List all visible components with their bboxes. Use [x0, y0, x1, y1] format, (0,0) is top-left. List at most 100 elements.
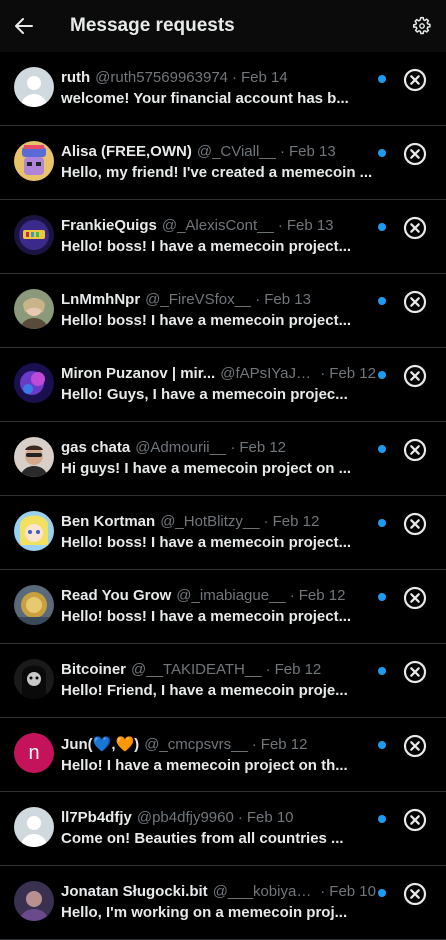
sender-name: Alisa (FREE,OWN) [61, 143, 192, 160]
message-request-row[interactable]: ruth @ruth57569963974 · Feb 14 welcome! Your… [0, 52, 446, 126]
separator-dot: · [255, 291, 261, 308]
request-text: Jun(💙,🧡) @_cmcpsvrs__ · Feb 12 Hello! I have… [61, 735, 376, 774]
message-request-list: ruth @ruth57569963974 · Feb 14 welcome! Your… [0, 52, 446, 940]
avatar[interactable] [14, 881, 54, 921]
request-text: Bitcoiner @__TAKIDEATH__ · Feb 12 Hello! Fri… [61, 661, 376, 699]
request-header-line: Jonatan Sługocki.bit @___kobiyagi_ · Feb 10 [61, 883, 376, 900]
avatar[interactable] [14, 437, 54, 477]
request-header-line: FrankieQuigs @_AlexisCont__ · Feb 13 [61, 217, 376, 234]
message-date: Feb 13 [264, 291, 311, 308]
message-preview: Hello, my friend! I've created a memecoi… [61, 164, 373, 181]
message-preview: Hello! boss! I have a memecoin project..… [61, 534, 352, 551]
message-preview: welcome! Your financial account has b... [61, 90, 349, 107]
dismiss-request-icon[interactable] [403, 290, 427, 314]
dismiss-request-icon[interactable] [403, 68, 427, 92]
separator-dot: · [232, 69, 238, 86]
separator-dot: · [265, 661, 271, 678]
sender-name: Bitcoiner [61, 661, 127, 678]
unread-dot [378, 75, 386, 83]
request-text: ll7Pb4dfjy @pb4dfjy9960 · Feb 10 Come on! Be… [61, 809, 376, 847]
request-header-line: ll7Pb4dfjy @pb4dfjy9960 · Feb 10 [61, 809, 376, 826]
message-request-row[interactable]: Bitcoiner @__TAKIDEATH__ · Feb 12 Hello! Fri… [0, 644, 446, 718]
message-request-row[interactable]: n Jun(💙,🧡) @_cmcpsvrs__ · Feb 12 Hello! I hav… [0, 718, 446, 792]
message-request-row[interactable]: ll7Pb4dfjy @pb4dfjy9960 · Feb 10 Come on! Be… [0, 792, 446, 866]
message-date: Feb 12 [274, 661, 322, 678]
unread-dot [378, 519, 386, 527]
request-text: FrankieQuigs @_AlexisCont__ · Feb 13 Hello! … [61, 217, 376, 255]
back-arrow-icon[interactable] [14, 16, 34, 36]
sender-handle: @_AlexisCont__ [161, 217, 274, 234]
unread-dot [378, 667, 386, 675]
request-text: Miron Puzanov | mir... @fAPsIYaJ1... · Feb … [61, 365, 376, 403]
dismiss-request-icon[interactable] [403, 808, 427, 832]
message-date: Feb 10 [246, 809, 294, 826]
top-bar: Message requests [0, 0, 446, 52]
unread-dot [378, 445, 386, 453]
gear-icon[interactable] [412, 16, 432, 36]
separator-dot: · [263, 513, 269, 530]
request-text: Jonatan Sługocki.bit @___kobiyagi_ · Feb 10… [61, 883, 376, 921]
dismiss-request-icon[interactable] [403, 586, 427, 610]
message-date: Feb 12 [329, 365, 376, 382]
sender-name: Miron Puzanov | mir... [61, 365, 216, 382]
message-request-row[interactable]: Ben Kortman @_HotBlitzy__ · Feb 12 Hello! bo… [0, 496, 446, 570]
message-preview: Hi guys! I have a memecoin project on ..… [61, 460, 352, 477]
request-text: ruth @ruth57569963974 · Feb 14 welcome! Your… [61, 69, 376, 107]
unread-dot [378, 815, 386, 823]
message-request-row[interactable]: Miron Puzanov | mir... @fAPsIYaJ1... · Feb … [0, 348, 446, 422]
message-preview: Hello! Friend, I have a memecoin proje..… [61, 682, 348, 699]
dismiss-request-icon[interactable] [403, 660, 427, 684]
request-header-line: Read You Grow @_imabiague__ · Feb 12 [61, 587, 376, 604]
separator-dot: · [230, 439, 236, 456]
sender-name: Ben Kortman [61, 513, 156, 530]
avatar[interactable] [14, 141, 54, 181]
message-request-row[interactable]: gas chata @Admourii__ · Feb 12 Hi guys! I ha… [0, 422, 446, 496]
separator-dot: · [320, 883, 326, 900]
message-request-row[interactable]: LnMmhNpr @_FireVSfox__ · Feb 13 Hello! boss!… [0, 274, 446, 348]
message-request-row[interactable]: Jonatan Sługocki.bit @___kobiyagi_ · Feb 10… [0, 866, 446, 940]
avatar[interactable] [14, 289, 54, 329]
avatar[interactable] [14, 67, 54, 107]
avatar[interactable] [14, 659, 54, 699]
dismiss-request-icon[interactable] [403, 142, 427, 166]
dismiss-request-icon[interactable] [403, 364, 427, 388]
request-header-line: Miron Puzanov | mir... @fAPsIYaJ1... · Feb … [61, 365, 376, 382]
avatar[interactable] [14, 363, 54, 403]
dismiss-request-icon[interactable] [403, 216, 427, 240]
message-preview: Hello! boss! I have a memecoin project..… [61, 608, 352, 625]
message-preview: Come on! Beauties from all countries ... [61, 830, 344, 847]
sender-name: LnMmhNpr [61, 291, 141, 308]
unread-dot [378, 223, 386, 231]
request-text: gas chata @Admourii__ · Feb 12 Hi guys! I ha… [61, 439, 376, 477]
unread-dot [378, 297, 386, 305]
sender-name: gas chata [61, 439, 131, 456]
avatar-initial: n [28, 741, 40, 764]
message-request-row[interactable]: FrankieQuigs @_AlexisCont__ · Feb 13 Hello! … [0, 200, 446, 274]
message-request-row[interactable]: Alisa (FREE,OWN) @_CViall__ · Feb 13 Hello, … [0, 126, 446, 200]
message-preview: Hello! boss! I have a memecoin project..… [61, 312, 352, 329]
dismiss-request-icon[interactable] [403, 512, 427, 536]
message-date: Feb 12 [260, 736, 308, 753]
request-header-line: Jun(💙,🧡) @_cmcpsvrs__ · Feb 12 [61, 735, 376, 753]
avatar[interactable] [14, 585, 54, 625]
sender-name: Jun(💙,🧡) [61, 736, 140, 753]
dismiss-request-icon[interactable] [403, 438, 427, 462]
unread-dot [378, 889, 386, 897]
sender-handle: @_HotBlitzy__ [160, 513, 260, 530]
avatar[interactable]: n [14, 733, 54, 773]
unread-dot [378, 149, 386, 157]
message-date: Feb 13 [286, 217, 334, 234]
sender-handle: @_CViall__ [196, 143, 277, 160]
request-text: Ben Kortman @_HotBlitzy__ · Feb 12 Hello! bo… [61, 513, 376, 551]
sender-name: ll7Pb4dfjy [61, 809, 132, 826]
request-header-line: Bitcoiner @__TAKIDEATH__ · Feb 12 [61, 661, 376, 678]
message-preview: Hello, I'm working on a memecoin proj... [61, 904, 348, 921]
sender-name: FrankieQuigs [61, 217, 157, 234]
dismiss-request-icon[interactable] [403, 882, 427, 906]
dismiss-request-icon[interactable] [403, 734, 427, 758]
avatar[interactable] [14, 807, 54, 847]
sender-name: ruth [61, 69, 91, 86]
avatar[interactable] [14, 511, 54, 551]
avatar[interactable] [14, 215, 54, 255]
message-request-row[interactable]: Read You Grow @_imabiague__ · Feb 12 Hello! … [0, 570, 446, 644]
